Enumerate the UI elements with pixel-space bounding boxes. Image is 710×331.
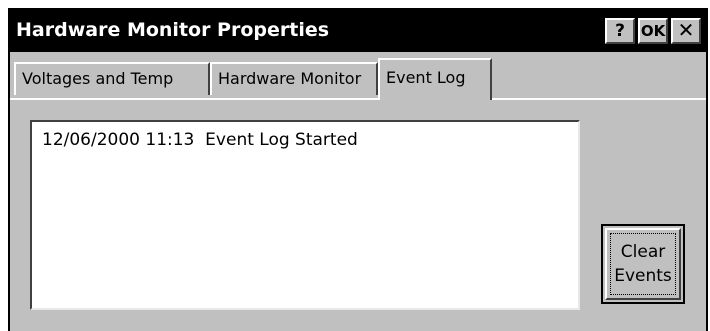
clear-events-button[interactable]: Clear Events (601, 224, 685, 304)
window-title: Hardware Monitor Properties (16, 19, 330, 41)
ok-button[interactable]: OK (638, 18, 668, 44)
list-item[interactable]: 12/06/2000 11:13 Event Log Started (42, 130, 358, 150)
tab-panel-border (10, 98, 706, 100)
close-button[interactable]: ✕ (671, 18, 701, 44)
tab-strip: Voltages and Temp Hardware Monitor Event… (14, 58, 694, 100)
close-icon: ✕ (677, 18, 695, 42)
clear-events-label-line1: Clear (620, 242, 666, 262)
tab-hardware-monitor[interactable]: Hardware Monitor (210, 62, 378, 95)
clear-events-label-line2: Events (614, 266, 672, 286)
clear-events-button-face: Clear Events (605, 228, 681, 300)
properties-window: Hardware Monitor Properties ? OK ✕ Volta… (8, 8, 708, 331)
help-button[interactable]: ? (605, 18, 635, 44)
tab-event-log[interactable]: Event Log (378, 58, 492, 100)
event-log-list[interactable]: 12/06/2000 11:13 Event Log Started (30, 120, 580, 310)
tab-voltages-and-temp[interactable]: Voltages and Temp (14, 62, 210, 95)
title-bar[interactable]: Hardware Monitor Properties ? OK ✕ (10, 10, 706, 52)
